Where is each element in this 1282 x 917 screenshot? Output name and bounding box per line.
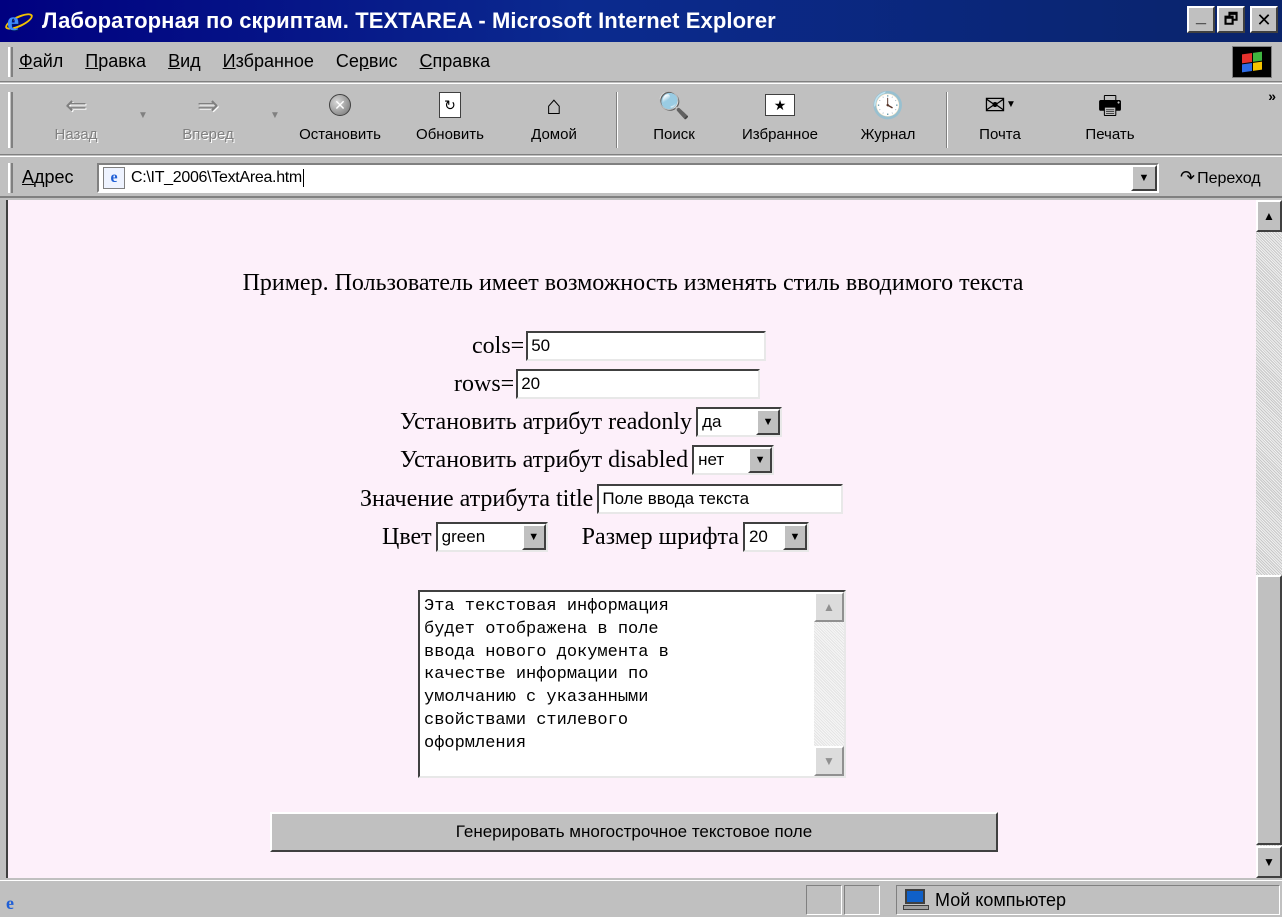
scroll-up-icon[interactable]: ▲	[1256, 200, 1282, 232]
minimize-icon: _	[1195, 5, 1206, 26]
readonly-select[interactable]: да ▼	[696, 407, 783, 437]
preview-textarea[interactable]: Эта текстовая информация будет отображен…	[418, 590, 846, 778]
status-text-cell: e	[0, 885, 804, 915]
maximize-button[interactable]: 🗗	[1217, 6, 1245, 33]
address-grip[interactable]	[8, 163, 13, 193]
forward-dropdown-icon[interactable]: ▼	[270, 110, 280, 121]
toolbar-separator	[616, 92, 618, 148]
favorites-button[interactable]: ★ Избранное	[730, 86, 830, 152]
generate-textarea-button[interactable]: Генерировать многострочное текстовое пол…	[270, 812, 998, 852]
color-select[interactable]: green ▼	[435, 522, 548, 552]
textarea-content: Эта текстовая информация будет отображен…	[424, 597, 669, 753]
address-input[interactable]: e C:\IT_2006\TextArea.htm ▼	[97, 163, 1159, 193]
security-zone: Мой компьютер	[896, 885, 1280, 915]
status-cell	[806, 885, 842, 915]
go-button[interactable]: ↷ Переход	[1180, 167, 1261, 188]
address-label: Адрес	[22, 167, 74, 187]
back-dropdown-icon[interactable]: ▼	[138, 110, 148, 121]
disabled-row: Установить атрибут disabled нет ▼	[400, 444, 775, 476]
mail-button[interactable]: ✉ ▼ Почта	[968, 86, 1032, 152]
stop-icon: ✕	[329, 94, 351, 116]
search-button[interactable]: 🔍 Поиск	[642, 86, 706, 152]
scroll-up-icon[interactable]: ▲	[814, 592, 844, 622]
printer-icon: 🖶	[1097, 90, 1123, 120]
refresh-icon: ↻	[439, 92, 461, 118]
toolbar-separator	[946, 92, 948, 148]
font-size-label: Размер шрифта	[581, 523, 739, 550]
home-icon: ⌂	[546, 90, 562, 120]
history-icon: 🕓	[871, 90, 905, 120]
favorites-icon: ★	[765, 94, 795, 116]
page-content: Пример. Пользователь имеет возможность и…	[6, 200, 1256, 878]
forward-button[interactable]: ⇒ Вперед	[172, 86, 244, 152]
rows-label: rows=	[454, 370, 515, 397]
address-bar: Адрес e C:\IT_2006\TextArea.htm ▼ ↷ Перех…	[0, 156, 1282, 198]
ie-logo-icon[interactable]: e	[3, 7, 35, 35]
cols-input[interactable]: 50	[526, 331, 767, 361]
close-icon: ✕	[1256, 9, 1272, 30]
disabled-select[interactable]: нет ▼	[692, 445, 775, 475]
my-computer-icon	[903, 889, 929, 911]
status-bar: e Мой компьютер	[0, 880, 1282, 917]
title-row: Значение атрибута title Поле ввода текст…	[360, 483, 844, 515]
menu-bar: Файл Правка Вид Избранное Сервис Справка	[0, 42, 1282, 82]
page-icon: e	[103, 167, 125, 189]
page-heading: Пример. Пользователь имеет возможность и…	[242, 270, 1024, 296]
page-scrollbar[interactable]: ▲ ▼	[1256, 200, 1282, 878]
menu-view[interactable]: Вид	[168, 51, 201, 72]
ie-page-icon: e	[6, 893, 14, 913]
chevron-down-icon[interactable]: ▼	[782, 524, 807, 550]
menu-grip[interactable]	[8, 46, 13, 77]
title-input[interactable]: Поле ввода текста	[597, 484, 844, 514]
chevron-down-icon[interactable]: ▼	[748, 447, 773, 473]
rows-row: rows= 20	[454, 368, 761, 400]
scroll-down-icon[interactable]: ▼	[1256, 846, 1282, 878]
menu-help[interactable]: Справка	[420, 51, 491, 72]
menu-tools[interactable]: Сервис	[336, 51, 398, 72]
go-arrow-icon: ↷	[1180, 167, 1196, 187]
disabled-label: Установить атрибут disabled	[400, 446, 689, 473]
title-label: Значение атрибута title	[360, 485, 594, 512]
forward-arrow-icon: ⇒	[197, 90, 219, 120]
search-icon: 🔍	[657, 90, 691, 120]
toolbar-more-icon[interactable]: »	[1268, 88, 1276, 104]
font-size-select[interactable]: 20 ▼	[742, 522, 809, 552]
windows-logo-icon	[1232, 46, 1272, 78]
title-bar[interactable]: e Лабораторная по скриптам. TEXTAREA - M…	[0, 0, 1282, 42]
back-button[interactable]: ⇐ Назад	[44, 86, 108, 152]
chevron-down-icon: ▼	[1138, 172, 1150, 184]
toolbar-grip[interactable]	[8, 92, 13, 148]
readonly-row: Установить атрибут readonly да ▼	[400, 406, 783, 438]
home-button[interactable]: ⌂ Домой	[522, 86, 586, 152]
chevron-down-icon[interactable]: ▼	[756, 409, 781, 435]
chevron-down-icon[interactable]: ▼	[521, 524, 546, 550]
scroll-thumb[interactable]	[1256, 575, 1282, 845]
textarea-scrollbar[interactable]: ▲ ▼	[814, 592, 844, 776]
color-label: Цвет	[382, 523, 432, 550]
cols-row: cols= 50	[472, 330, 767, 362]
rows-input[interactable]: 20	[516, 369, 761, 399]
cols-label: cols=	[472, 332, 525, 359]
menu-edit[interactable]: Правка	[85, 51, 146, 72]
history-button[interactable]: 🕓 Журнал	[850, 86, 926, 152]
refresh-button[interactable]: ↻ Обновить	[408, 86, 492, 152]
color-size-row: Цвет green ▼ Размер шрифта 20 ▼	[382, 521, 809, 553]
scroll-down-icon[interactable]: ▼	[814, 746, 844, 776]
address-value: C:\IT_2006\TextArea.htm	[131, 169, 302, 186]
close-button[interactable]: ✕	[1250, 6, 1278, 33]
mail-icon: ✉ ▼	[984, 90, 1016, 120]
window-title: Лабораторная по скриптам. TEXTAREA - Mic…	[42, 8, 776, 33]
menu-favorites[interactable]: Избранное	[223, 51, 314, 72]
standard-toolbar: ⇐ Назад ▼ ⇒ Вперед ▼ ✕ Остановить ↻ Обно…	[0, 83, 1282, 155]
print-button[interactable]: 🖶 Печать	[1078, 86, 1142, 152]
status-cell	[844, 885, 880, 915]
restore-icon: 🗗	[1223, 11, 1239, 28]
back-arrow-icon: ⇐	[65, 90, 87, 120]
zone-label: Мой компьютер	[935, 889, 1067, 910]
stop-button[interactable]: ✕ Остановить	[288, 86, 392, 152]
minimize-button[interactable]: _	[1187, 6, 1215, 33]
address-dropdown-button[interactable]: ▼	[1131, 165, 1157, 191]
menu-file[interactable]: Файл	[19, 51, 63, 72]
readonly-label: Установить атрибут readonly	[400, 408, 693, 435]
